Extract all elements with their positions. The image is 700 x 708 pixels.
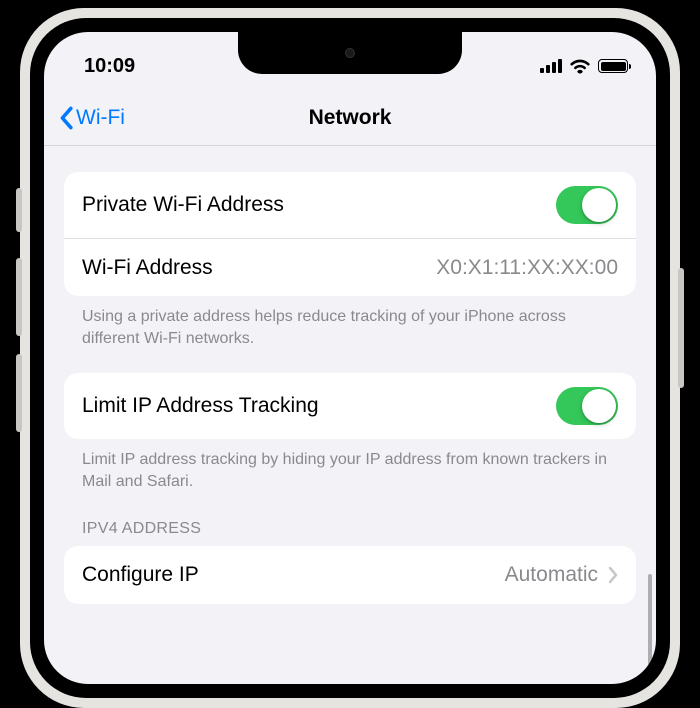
row-label: Configure IP (82, 563, 199, 587)
content-area: Private Wi-Fi Address Wi-Fi Address X0:X… (44, 146, 656, 684)
side-button (16, 188, 22, 232)
status-time: 10:09 (84, 55, 135, 78)
scroll-indicator[interactable] (648, 574, 652, 684)
privacy-footer: Using a private address helps reduce tra… (64, 296, 636, 349)
private-wifi-address-toggle[interactable] (556, 186, 618, 224)
side-button (16, 258, 22, 336)
configure-ip-row[interactable]: Configure IP Automatic (64, 546, 636, 604)
chevron-left-icon (58, 106, 74, 130)
private-wifi-address-row[interactable]: Private Wi-Fi Address (64, 172, 636, 238)
row-label: Wi-Fi Address (82, 256, 213, 280)
wifi-address-value: X0:X1:11:XX:XX:00 (436, 256, 618, 280)
side-button (16, 354, 22, 432)
phone-frame: 10:09 Wi-Fi Net (20, 8, 680, 708)
ipv4-section-header: IPV4 ADDRESS (64, 492, 636, 546)
row-label: Private Wi-Fi Address (82, 193, 284, 217)
phone-bezel: 10:09 Wi-Fi Net (30, 18, 670, 698)
screen: 10:09 Wi-Fi Net (44, 32, 656, 684)
notch (238, 32, 462, 74)
ipv4-group: Configure IP Automatic (64, 546, 636, 604)
page-title: Network (309, 106, 392, 130)
row-label: Limit IP Address Tracking (82, 394, 319, 418)
battery-icon (598, 59, 628, 73)
chevron-right-icon (608, 566, 618, 584)
limit-ip-tracking-toggle[interactable] (556, 387, 618, 425)
back-button[interactable]: Wi-Fi (58, 90, 125, 145)
cellular-icon (540, 59, 562, 73)
wifi-icon (569, 58, 591, 74)
back-label: Wi-Fi (76, 106, 125, 130)
configure-ip-value: Automatic (505, 563, 598, 587)
limit-ip-tracking-row[interactable]: Limit IP Address Tracking (64, 373, 636, 439)
nav-bar: Wi-Fi Network (44, 90, 656, 146)
limit-ip-group: Limit IP Address Tracking (64, 373, 636, 439)
privacy-group: Private Wi-Fi Address Wi-Fi Address X0:X… (64, 172, 636, 296)
wifi-address-row: Wi-Fi Address X0:X1:11:XX:XX:00 (64, 238, 636, 296)
side-button (678, 268, 684, 388)
limit-ip-footer: Limit IP address tracking by hiding your… (64, 439, 636, 492)
